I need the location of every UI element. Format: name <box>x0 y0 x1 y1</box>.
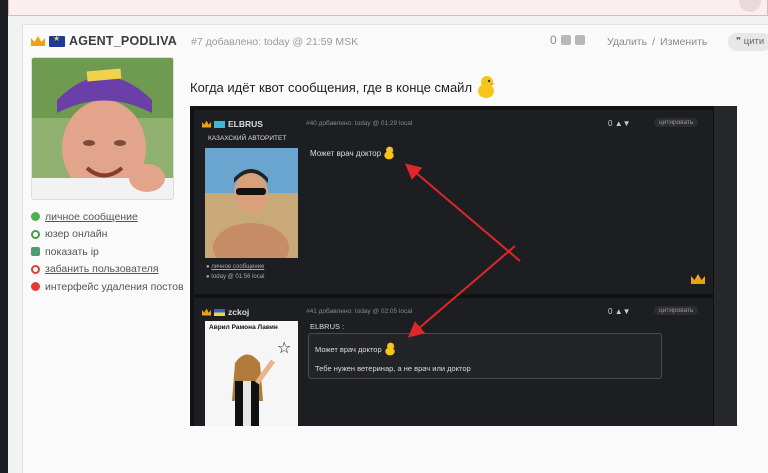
forum-post: AGENT_PODLIVA #7 добавлено: today @ 21:5… <box>22 24 768 473</box>
post-score: 0 <box>550 33 585 47</box>
quote-button-label: цити <box>743 36 765 47</box>
duck-smiley-icon <box>384 146 395 160</box>
ip-icon <box>31 247 40 257</box>
avatar <box>31 57 174 200</box>
duck-smiley-icon <box>478 76 496 98</box>
inner-link-message-label: личное сообщение <box>211 264 265 270</box>
sidebar-item-online: юзер онлайн <box>31 226 184 244</box>
inner-score-value: 0 <box>608 119 613 128</box>
sidebar-item-ban-user[interactable]: забанить пользователя <box>31 261 184 279</box>
sidebar-item-label: показать ip <box>45 245 99 258</box>
inner-user-links: ● личное сообщение ● today @ 01:56 local <box>206 262 264 282</box>
quote-author: ELBRUS : <box>310 322 345 331</box>
inner-avatar-photo <box>205 148 298 258</box>
delete-icon <box>31 282 40 292</box>
inner-post-zckoj: zckoj #41 добавлено: today @ 02:05 local… <box>194 298 713 426</box>
inner-post-text-value: Может врач доктор <box>310 148 382 158</box>
sidebar-item-private-message[interactable]: личное сообщение <box>31 208 184 226</box>
edit-link[interactable]: Изменить <box>660 36 707 48</box>
inner-post-meta: #40 добавлено: today @ 01:29 local <box>306 120 413 127</box>
online-icon <box>31 229 40 239</box>
quote-box: Может врач доктор Тебе нужен ветеринар, … <box>308 333 662 379</box>
inner-post-score: 0 ▲▼ <box>608 307 631 316</box>
sidebar-item-label: юзер онлайн <box>45 228 108 241</box>
sidebar-item-label: забанить пользователя <box>45 263 159 276</box>
alert-close-icon[interactable] <box>739 0 761 12</box>
thumb-down-icon[interactable] <box>574 35 585 45</box>
crown-badge-icon <box>691 274 705 284</box>
post-author-name[interactable]: AGENT_PODLIVA <box>69 34 177 48</box>
post-title: Когда идёт квот сообщения, где в конце с… <box>190 75 496 99</box>
quote-button[interactable]: ❞ цити <box>728 33 768 51</box>
alert-strip <box>8 0 768 16</box>
inner-post-score: 0 ▲▼ <box>608 119 631 128</box>
thumb-up-icon[interactable] <box>560 35 571 45</box>
inner-avatar-poster: Аврил Рамона Лавин ☆ <box>205 321 298 426</box>
post-title-text: Когда идёт квот сообщения, где в конце с… <box>190 79 473 95</box>
inner-score-value: 0 <box>608 307 613 316</box>
post-meta: #7 добавлено: today @ 21:59 MSK <box>191 36 359 48</box>
kz-flag-icon <box>214 120 225 128</box>
inner-quote-button: цитировать <box>654 118 699 127</box>
eu-flag-icon <box>49 34 65 47</box>
sidebar-item-label: интерфейс удаления постов <box>45 280 184 293</box>
score-value: 0 <box>550 33 557 47</box>
inner-link-time-label: today @ 01:56 local <box>211 274 265 280</box>
thumbs-icon: ▲▼ <box>614 119 631 128</box>
svg-text:☆: ☆ <box>277 338 291 357</box>
sidebar-item-show-ip[interactable]: показать ip <box>31 243 184 261</box>
thumbs-icon: ▲▼ <box>614 307 631 316</box>
inner-author-row: zckoj <box>202 307 249 317</box>
inner-post-elbrus: ELBRUS #40 добавлено: today @ 01:29 loca… <box>194 110 713 294</box>
embedded-screenshot: ELBRUS #40 добавлено: today @ 01:29 loca… <box>190 106 737 426</box>
post-author-row: AGENT_PODLIVA <box>31 34 177 48</box>
inner-user-rank: КАЗАХСКИЙ АВТОРИТЕТ <box>208 135 287 142</box>
inner-quote-button: цитировать <box>654 306 699 315</box>
delete-link[interactable]: Удалить <box>607 36 647 48</box>
quoted-text: Может врач доктор <box>315 342 396 356</box>
quoted-text-value: Может врач доктор <box>315 344 382 354</box>
inner-link-time: ● today @ 01:56 local <box>206 274 265 280</box>
message-icon <box>31 212 40 222</box>
inner-author-row: ELBRUS <box>202 119 263 129</box>
user-actions-list: личное сообщение юзер онлайн показать ip… <box>31 208 184 296</box>
inner-avatar-image <box>205 148 298 258</box>
inner-author-name: zckoj <box>228 307 250 317</box>
inner-avatar-image: ☆ <box>232 338 291 426</box>
duck-smiley-icon <box>384 342 395 356</box>
crown-icon <box>31 36 45 46</box>
inner-author-name: ELBRUS <box>228 119 263 129</box>
crown-icon <box>202 120 211 128</box>
screenshot-side-strip <box>714 106 737 426</box>
crown-icon <box>202 308 211 316</box>
post-actions: Удалить / Изменить <box>607 36 707 48</box>
inner-post-meta: #41 добавлено: today @ 02:05 local <box>306 308 413 315</box>
inner-link-message: ● личное сообщение <box>206 264 265 270</box>
sidebar-item-label: личное сообщение <box>45 210 138 223</box>
page-frame: AGENT_PODLIVA #7 добавлено: today @ 21:5… <box>8 0 768 473</box>
ua-flag-icon <box>214 308 225 316</box>
inner-post-text: Может врач доктор <box>310 146 395 160</box>
actions-separator: / <box>652 36 656 48</box>
poster-title: Аврил Рамона Лавин <box>209 324 278 331</box>
ban-icon <box>31 264 40 274</box>
reply-text: Тебе нужен ветеринар, а не врач или докт… <box>315 364 471 373</box>
avatar-image <box>32 58 173 199</box>
sidebar-item-delete-posts[interactable]: интерфейс удаления постов <box>31 278 184 296</box>
